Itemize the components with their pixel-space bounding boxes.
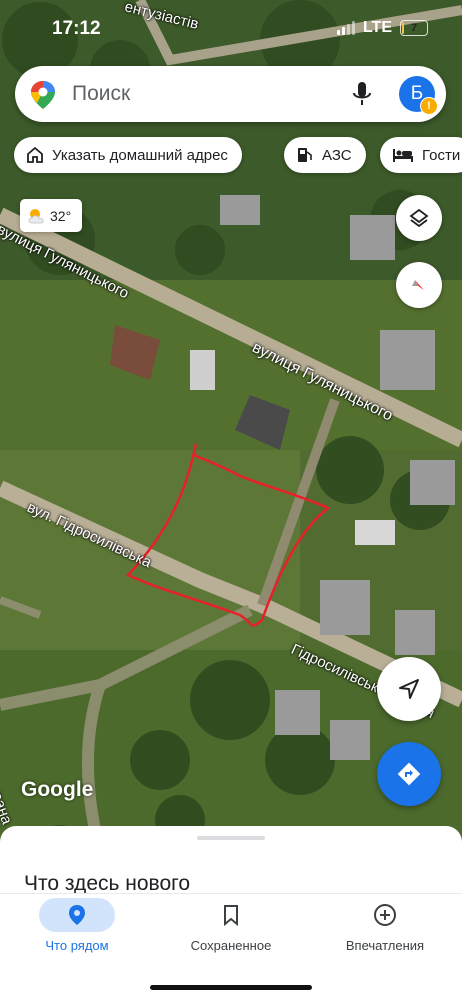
network-label: LTE	[362, 19, 392, 36]
chip-hotels[interactable]: Гости	[380, 137, 462, 173]
tab-label: Сохраненное	[190, 938, 272, 953]
battery-level: 7	[410, 22, 418, 34]
search-bar[interactable]: Поиск Б !	[15, 66, 446, 122]
layers-icon	[409, 208, 429, 228]
mic-icon[interactable]	[352, 81, 372, 107]
bookmark-icon	[224, 905, 238, 926]
weather-badge[interactable]: 32°	[20, 199, 82, 232]
battery-icon: 7	[400, 20, 428, 36]
maps-pin-icon	[31, 81, 55, 109]
gas-station-icon	[298, 148, 312, 162]
chip-label: Указать домашний адрес	[52, 146, 228, 164]
hotel-bed-icon	[393, 149, 413, 162]
weather-temp: 32°	[50, 207, 72, 224]
tab-label: Впечатления	[345, 938, 425, 953]
tab-label: Что рядом	[45, 938, 109, 953]
search-placeholder[interactable]: Поиск	[72, 82, 130, 106]
home-indicator[interactable]	[150, 985, 312, 990]
tab-contribute[interactable]: Впечатления	[308, 894, 462, 974]
google-attribution: Google	[21, 778, 94, 801]
layers-button[interactable]	[396, 195, 442, 241]
directions-button[interactable]	[377, 742, 441, 806]
chip-gas-stations[interactable]: АЗС	[284, 137, 366, 173]
chip-label: АЗС	[322, 146, 352, 164]
my-location-button[interactable]	[377, 657, 441, 721]
warning-badge-icon: !	[420, 97, 438, 115]
partly-cloudy-icon	[28, 208, 44, 223]
my-location-icon	[399, 679, 419, 699]
directions-icon	[397, 762, 421, 786]
bottom-sheet[interactable]: Что здесь нового	[0, 826, 462, 896]
chip-label: Гости	[422, 146, 461, 164]
chip-home-address[interactable]: Указать домашний адрес	[14, 137, 242, 173]
tab-explore[interactable]: Что рядом	[0, 894, 154, 974]
home-icon	[27, 146, 43, 163]
status-time: 17:12	[52, 18, 101, 39]
explore-pin-icon	[69, 905, 85, 925]
status-bar: 17:12 LTE 7	[0, 0, 462, 60]
avatar[interactable]: Б !	[399, 76, 438, 115]
compass-icon	[412, 280, 424, 290]
compass-button[interactable]	[396, 262, 442, 308]
signal-icon	[336, 21, 355, 35]
tab-saved[interactable]: Сохраненное	[154, 894, 308, 974]
sheet-handle[interactable]	[197, 836, 265, 840]
add-circle-icon	[374, 904, 396, 926]
